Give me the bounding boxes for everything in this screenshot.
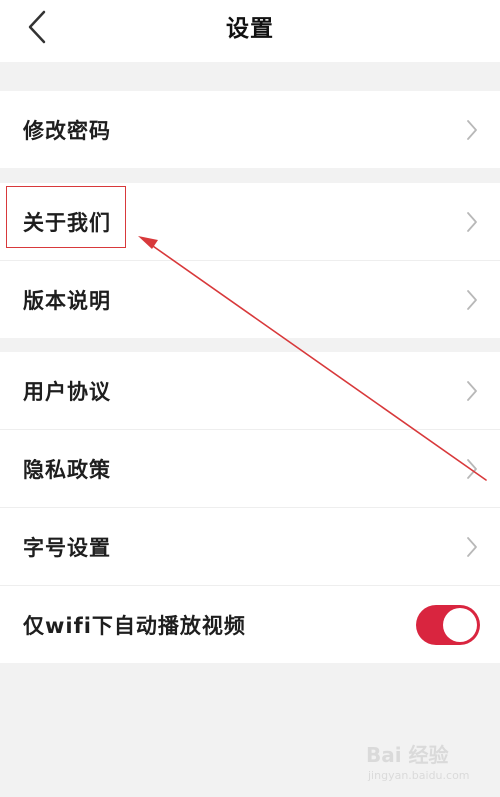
chevron-right-icon [467,380,477,401]
settings-group-about: 关于我们 版本说明 [0,183,500,338]
chevron-right-icon [467,119,477,140]
settings-row-change-password[interactable]: 修改密码 [0,91,500,168]
chevron-right-icon [467,289,477,310]
settings-group-general: 用户协议 隐私政策 字号设置 仅wifi下自动播放视频 [0,352,500,663]
settings-row-user-agreement[interactable]: 用户协议 [0,352,500,430]
row-label: 隐私政策 [23,457,111,482]
toggle-knob [443,607,477,642]
row-label: 关于我们 [23,210,111,235]
settings-row-about-us[interactable]: 关于我们 [0,183,500,261]
settings-row-privacy-policy[interactable]: 隐私政策 [0,430,500,508]
nav-bar: 设置 [0,0,500,62]
wifi-autoplay-toggle[interactable] [416,604,480,645]
row-label: 仅wifi下自动播放视频 [23,613,246,638]
watermark-url: jingyan.baidu.com [368,769,470,782]
row-label: 用户协议 [23,379,111,404]
row-label: 字号设置 [23,535,111,560]
watermark-logo: Bai 经验 [366,743,449,767]
settings-group-account: 修改密码 [0,91,500,168]
chevron-right-icon [467,536,477,557]
settings-row-font-size[interactable]: 字号设置 [0,508,500,586]
row-label: 版本说明 [23,288,111,313]
settings-row-version-notes[interactable]: 版本说明 [0,261,500,338]
chevron-right-icon [467,458,477,479]
page-title: 设置 [226,16,274,42]
row-label: 修改密码 [23,118,111,143]
baidu-jingyan-watermark: Bai 经验 jingyan.baidu.com [366,739,486,787]
settings-row-wifi-autoplay: 仅wifi下自动播放视频 [0,586,500,663]
chevron-right-icon [467,211,477,232]
